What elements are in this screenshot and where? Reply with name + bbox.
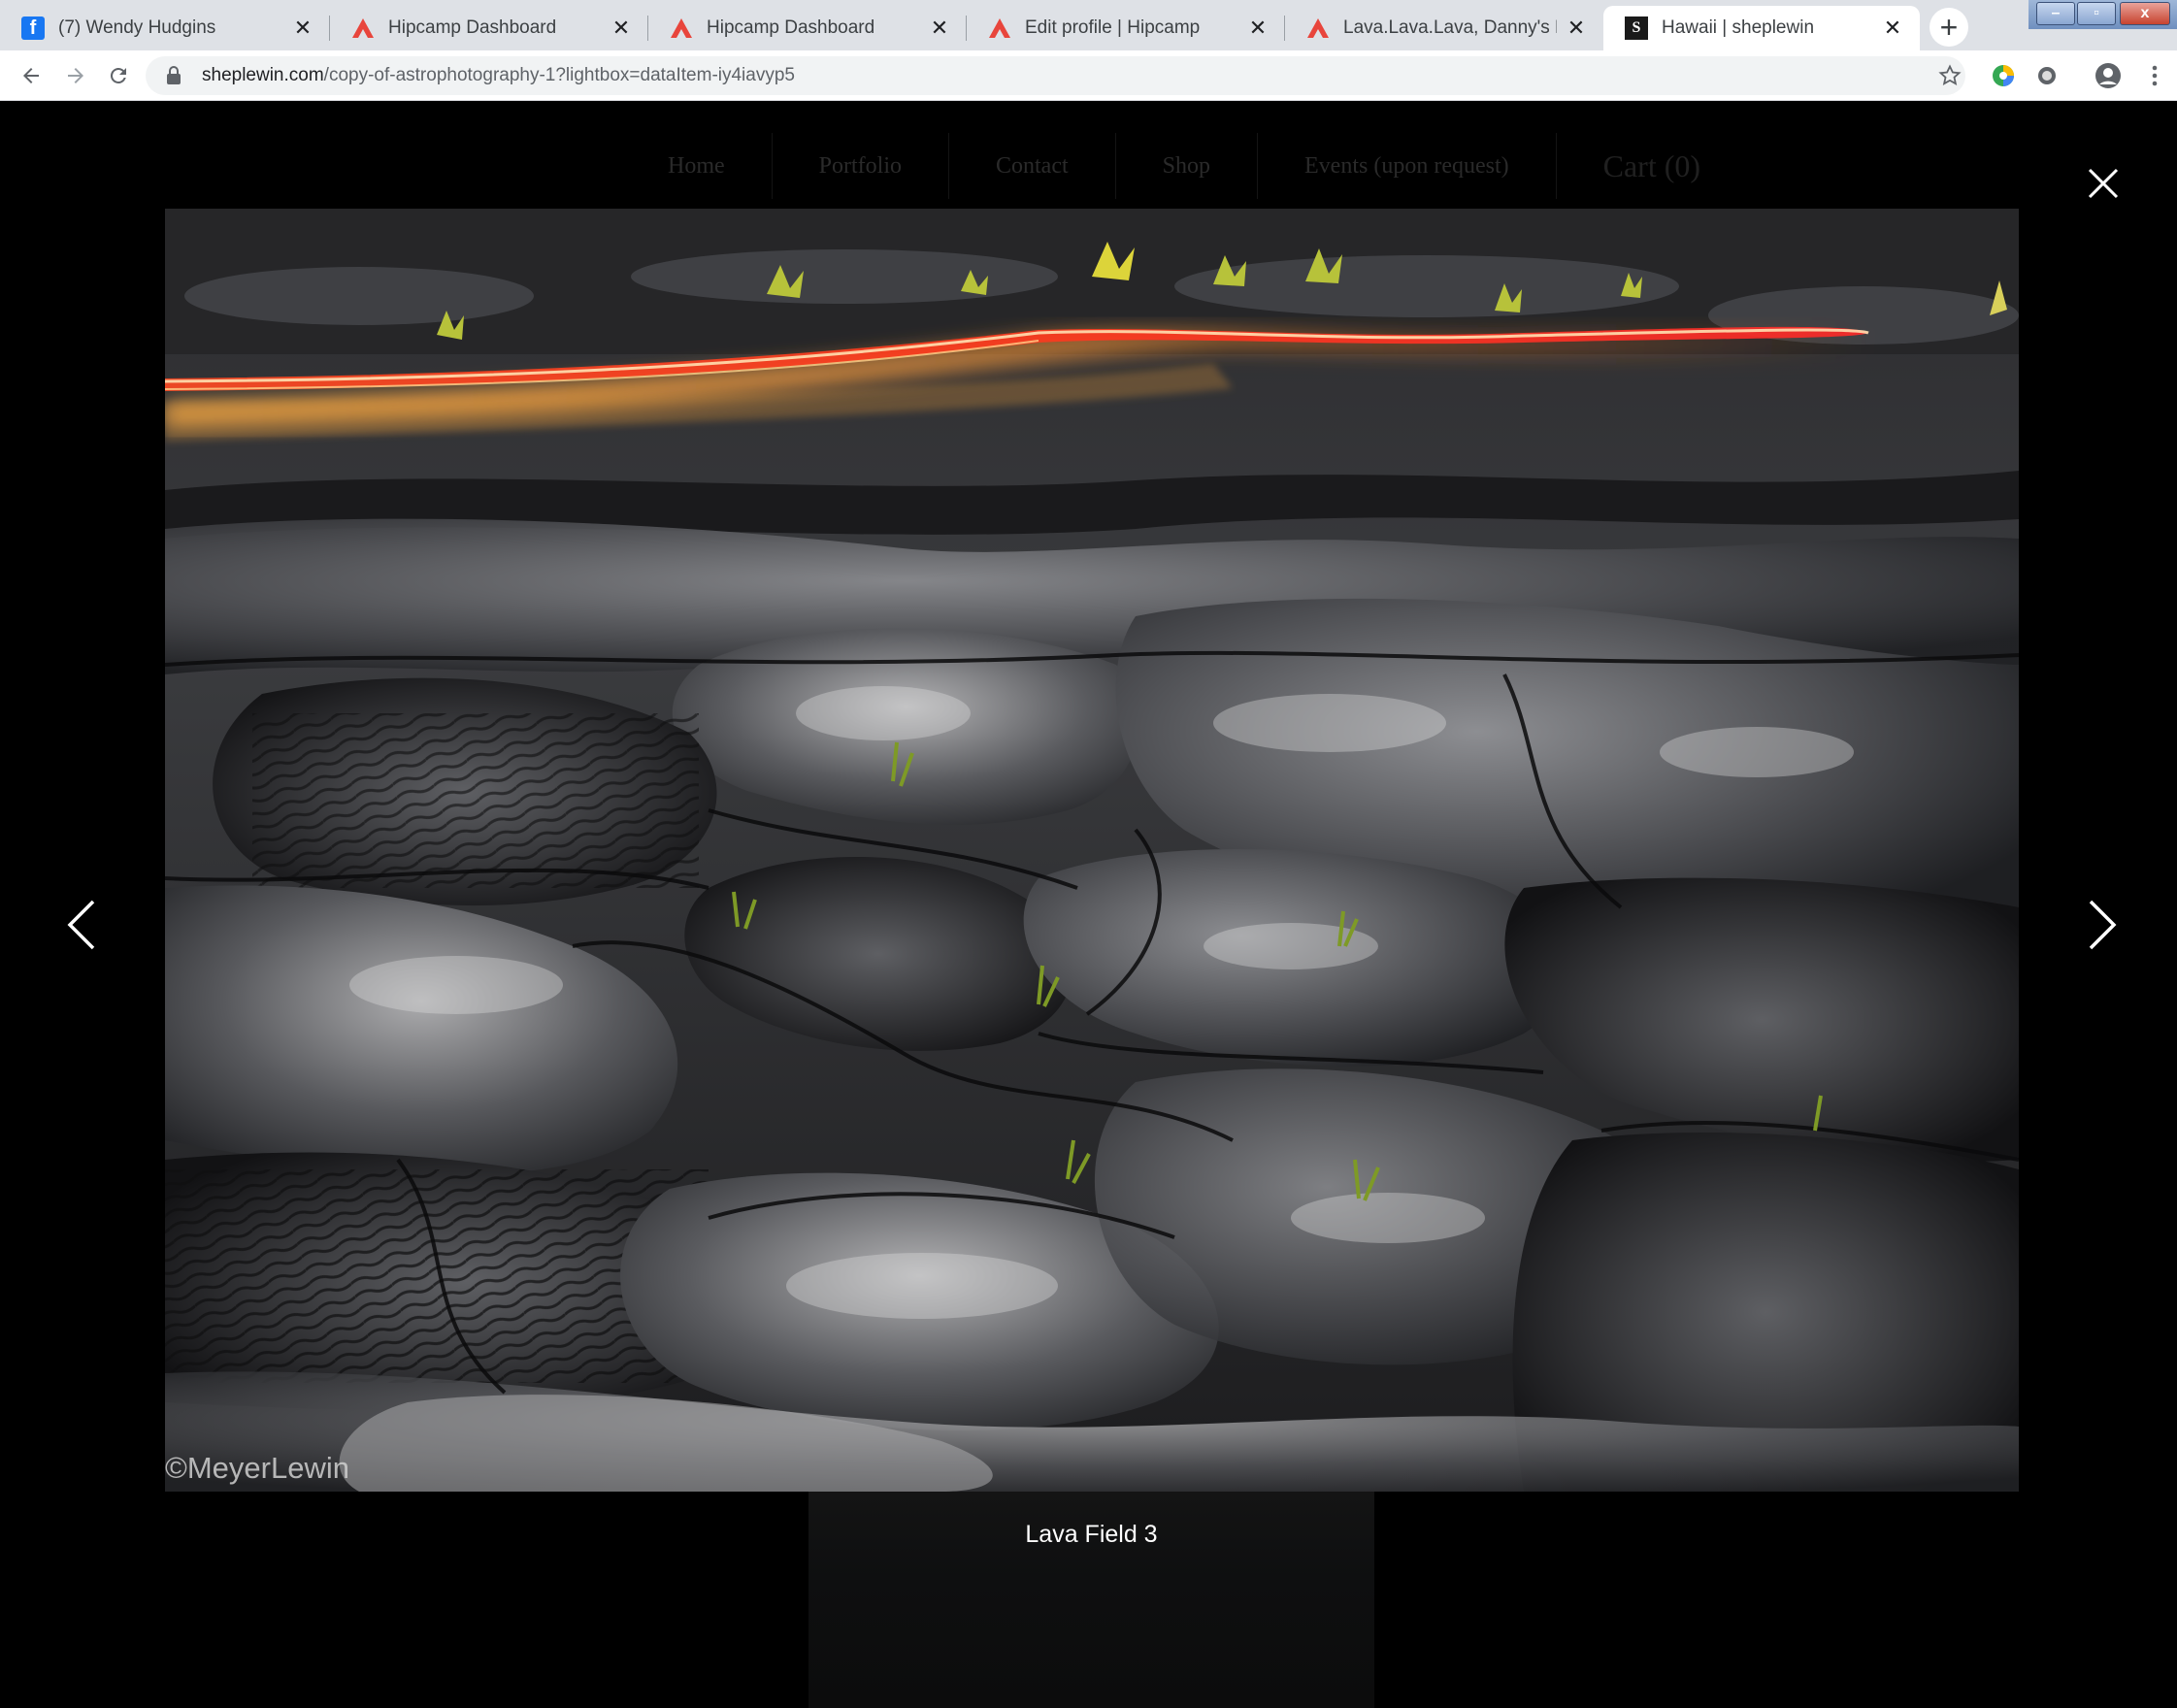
- lock-icon: [163, 65, 184, 86]
- tab-title: Edit profile | Hipcamp: [1025, 17, 1201, 38]
- tab-strip: f (7) Wendy Hudgins ✕ Hipcamp Dashboard …: [0, 0, 2177, 50]
- nav-shop[interactable]: Shop: [1116, 133, 1259, 199]
- nav-home[interactable]: Home: [621, 133, 773, 199]
- hipcamp-icon: [1306, 16, 1330, 40]
- chevron-left-icon: [67, 900, 95, 950]
- site-icon: S: [1625, 16, 1648, 40]
- url-text: sheplewin.com/copy-of-astrophotography-1…: [202, 65, 795, 86]
- extension-circle-icon[interactable]: [2033, 62, 2061, 89]
- tab-title: (7) Wendy Hudgins: [58, 17, 216, 38]
- menu-dots-icon[interactable]: [2141, 62, 2168, 89]
- nav-contact[interactable]: Contact: [949, 133, 1116, 199]
- minimize-button[interactable]: –: [2036, 2, 2075, 25]
- lightbox-next-button[interactable]: [2085, 896, 2120, 954]
- tab-lava-lava-lava[interactable]: Lava.Lava.Lava, Danny's Lava.Lav ✕: [1285, 6, 1603, 50]
- browser-toolbar: sheplewin.com/copy-of-astrophotography-1…: [0, 50, 2177, 101]
- url-host: sheplewin.com: [202, 65, 324, 85]
- tab-wendy-hudgins[interactable]: f (7) Wendy Hudgins ✕: [0, 6, 330, 50]
- extension-icon[interactable]: [1990, 62, 2017, 89]
- photo-caption: Lava Field 3: [1025, 1521, 1158, 1548]
- close-icon[interactable]: ✕: [1565, 16, 1588, 40]
- reload-icon: [110, 67, 126, 83]
- page-content: Home Portfolio Contact Shop Events (upon…: [0, 102, 2177, 1708]
- lightbox-close-button[interactable]: [2084, 164, 2123, 203]
- tab-edit-profile[interactable]: Edit profile | Hipcamp ✕: [967, 6, 1285, 50]
- site-nav: Home Portfolio Contact Shop Events (upon…: [621, 133, 1747, 199]
- close-icon[interactable]: ✕: [1246, 16, 1270, 40]
- lightbox-prev-button[interactable]: [64, 896, 99, 954]
- facebook-icon: f: [21, 16, 45, 40]
- close-icon: [2088, 168, 2119, 199]
- forward-button[interactable]: [58, 58, 93, 93]
- tab-title: Hipcamp Dashboard: [388, 17, 557, 38]
- close-icon[interactable]: ✕: [291, 16, 314, 40]
- maximize-button[interactable]: ▫: [2077, 2, 2116, 25]
- close-icon[interactable]: ✕: [928, 16, 951, 40]
- chevron-right-icon: [2089, 900, 2117, 950]
- reload-button[interactable]: [101, 58, 136, 93]
- window-close-button[interactable]: x: [2120, 2, 2170, 25]
- back-arrow-icon: [23, 68, 39, 83]
- profile-avatar-icon[interactable]: [2095, 62, 2122, 89]
- url-path: /copy-of-astrophotography-1?lightbox=dat…: [323, 65, 795, 85]
- back-button[interactable]: [14, 58, 49, 93]
- nav-portfolio[interactable]: Portfolio: [773, 133, 949, 199]
- hipcamp-icon: [351, 16, 375, 40]
- tab-title: Lava.Lava.Lava, Danny's Lava.Lav: [1343, 17, 1557, 38]
- tab-title: Hawaii | sheplewin: [1662, 17, 1815, 38]
- forward-arrow-icon: [68, 68, 83, 83]
- bookmark-star-icon[interactable]: [1936, 62, 1963, 89]
- address-bar[interactable]: sheplewin.com/copy-of-astrophotography-1…: [146, 56, 1965, 95]
- new-tab-button[interactable]: +: [1930, 8, 1968, 47]
- tab-hawaii-sheplewin[interactable]: S Hawaii | sheplewin ✕: [1603, 6, 1920, 50]
- hipcamp-icon: [988, 16, 1011, 40]
- close-icon[interactable]: ✕: [610, 16, 633, 40]
- tab-title: Hipcamp Dashboard: [707, 17, 875, 38]
- nav-cart[interactable]: Cart (0): [1557, 133, 1747, 199]
- tab-hipcamp-dashboard-2[interactable]: Hipcamp Dashboard ✕: [648, 6, 967, 50]
- browser-window: f (7) Wendy Hudgins ✕ Hipcamp Dashboard …: [0, 0, 2177, 1708]
- hipcamp-icon: [670, 16, 693, 40]
- nav-events[interactable]: Events (upon request): [1258, 133, 1557, 199]
- window-controls: – ▫ x: [2029, 0, 2177, 29]
- tab-hipcamp-dashboard-1[interactable]: Hipcamp Dashboard ✕: [330, 6, 648, 50]
- lightbox-photo: [165, 209, 2019, 1492]
- close-icon[interactable]: ✕: [1881, 16, 1904, 40]
- photo-watermark: ©MeyerLewin: [165, 1451, 349, 1485]
